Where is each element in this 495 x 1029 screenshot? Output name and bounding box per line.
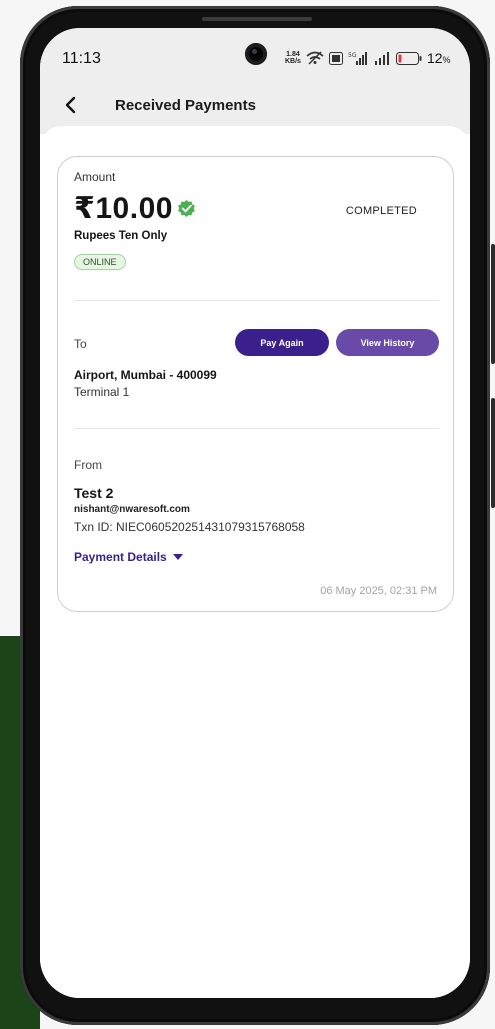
sender-name: Test 2 — [74, 485, 114, 501]
phone-screen: 11:13 1.84 KB/s 5G 12% Received Payments… — [40, 28, 470, 998]
payment-details-toggle[interactable]: Payment Details — [74, 550, 183, 564]
svg-text:5G: 5G — [348, 52, 357, 59]
volte-icon — [328, 51, 343, 65]
amount-in-words: Rupees Ten Only — [74, 230, 168, 242]
wifi-off-icon — [306, 51, 324, 65]
from-label: From — [74, 458, 102, 472]
payment-mode-badge: ONLINE — [74, 254, 126, 270]
amount-value: ₹10.00 — [74, 192, 173, 225]
amount-row: ₹10.00 — [74, 191, 196, 226]
content-sheet: Amount ₹10.00 COMPLETED Rupees Ten Only … — [40, 126, 470, 998]
recipient-name: Airport, Mumbai - 400099 — [74, 368, 217, 382]
battery-icon — [395, 51, 422, 65]
chevron-left-icon[interactable] — [60, 94, 82, 116]
verified-badge-icon — [178, 199, 195, 217]
page-title: Received Payments — [115, 97, 256, 114]
power-button — [491, 398, 495, 508]
status-icons: 1.84 KB/s 5G 12% — [285, 48, 451, 68]
scene: 11:13 1.84 KB/s 5G 12% Received Payments… — [0, 0, 495, 1029]
transaction-datetime: 06 May 2025, 02:31 PM — [320, 585, 437, 597]
status-time: 11:13 — [62, 50, 101, 67]
payment-card: Amount ₹10.00 COMPLETED Rupees Ten Only … — [57, 156, 454, 612]
status-bar: 11:13 1.84 KB/s 5G 12% — [40, 28, 470, 84]
battery-percent: 12% — [426, 50, 451, 66]
divider — [74, 300, 439, 301]
signal-icon — [374, 52, 389, 65]
view-history-button[interactable]: View History — [336, 329, 439, 356]
signal-5g-icon: 5G — [348, 52, 367, 65]
status-badge: COMPLETED — [345, 205, 417, 217]
recipient-sub: Terminal 1 — [74, 385, 130, 399]
amount-label: Amount — [74, 170, 116, 184]
front-camera — [245, 43, 267, 65]
earpiece-speaker — [202, 17, 312, 21]
transaction-id: Txn ID: NIEC06052025143107931576805​8 — [74, 520, 305, 534]
sender-email: nishant@nwaresoft.com — [74, 504, 190, 515]
pay-again-button[interactable]: Pay Again — [235, 329, 329, 356]
payment-details-label: Payment Details — [74, 550, 167, 564]
caret-down-icon — [172, 554, 183, 560]
divider — [74, 428, 439, 429]
phone-frame: 11:13 1.84 KB/s 5G 12% Received Payments… — [20, 6, 495, 1025]
to-label: To — [74, 337, 87, 351]
network-speed: 1.84 KB/s — [285, 51, 301, 65]
volume-button — [491, 244, 495, 364]
